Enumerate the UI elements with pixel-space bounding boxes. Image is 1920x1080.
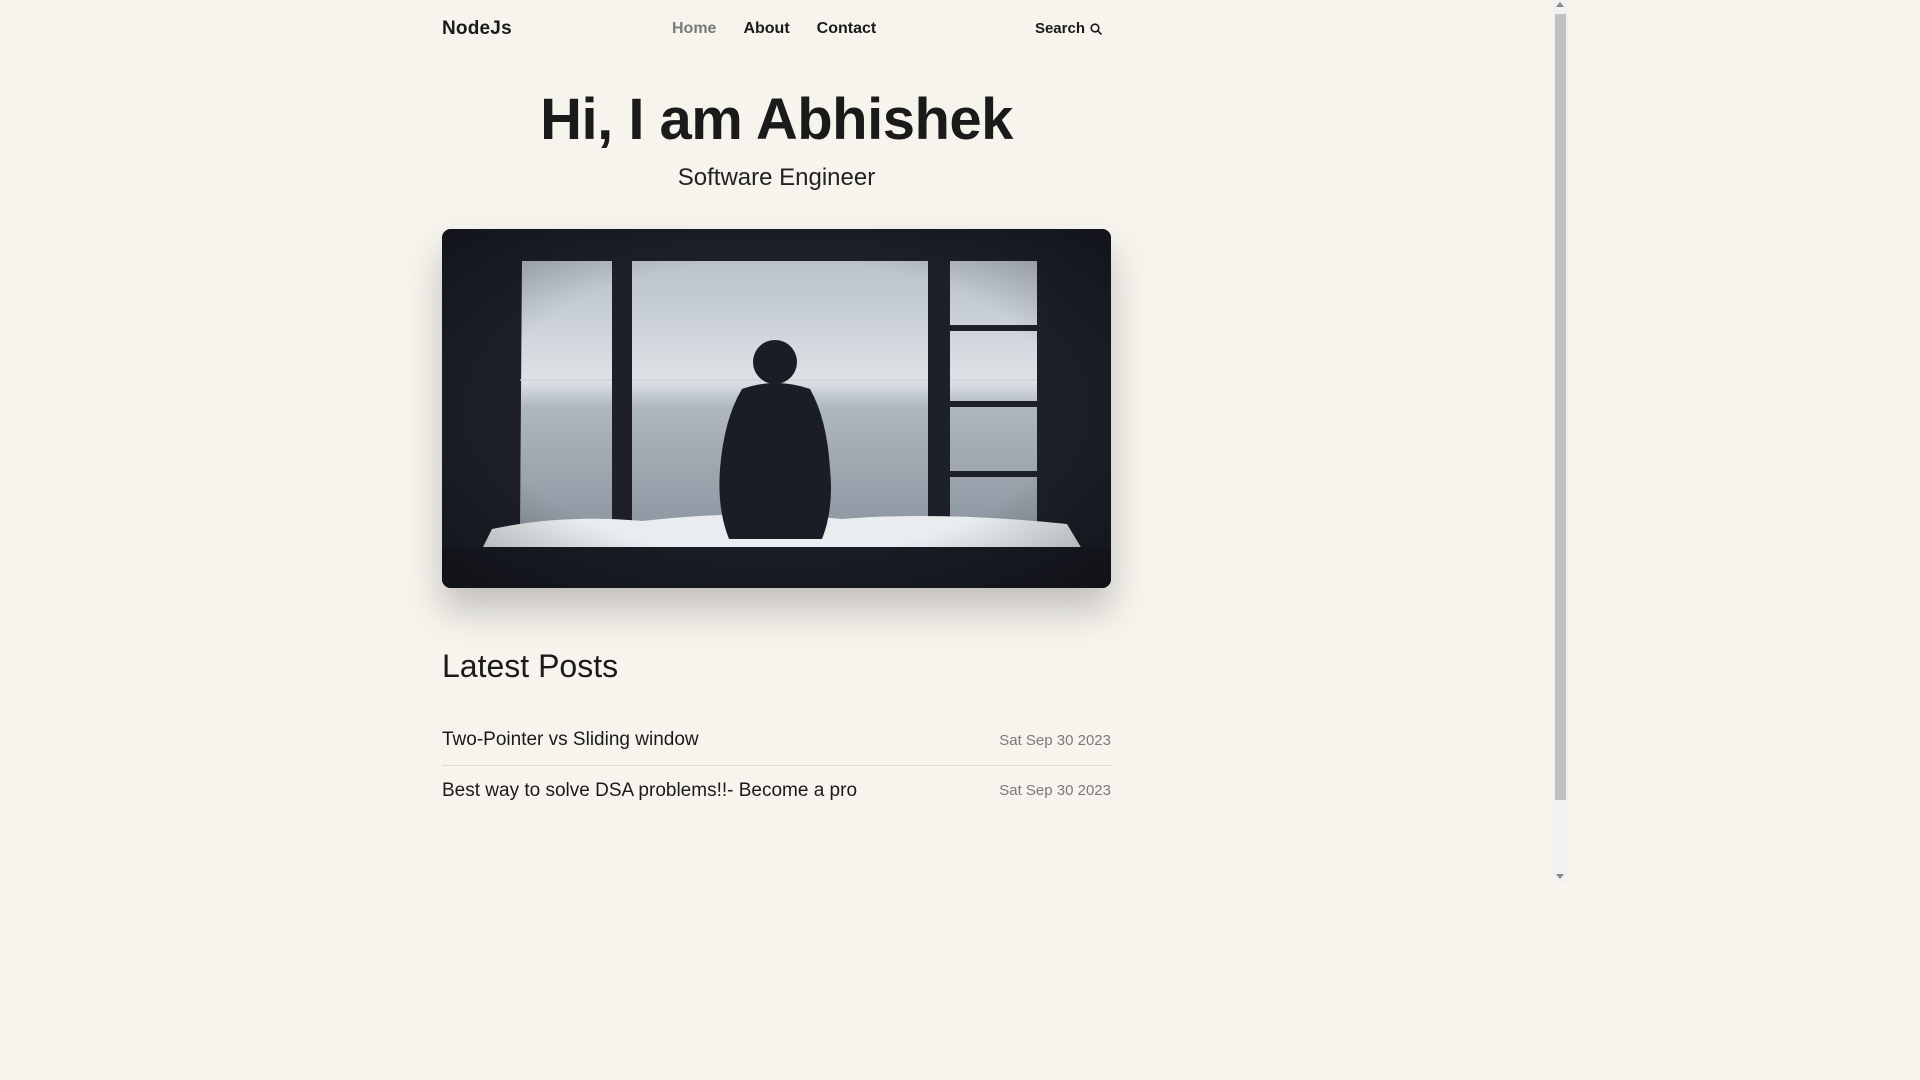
scrollbar-thumb[interactable]	[1555, 14, 1566, 800]
nav-home[interactable]: Home	[672, 20, 716, 38]
hero-photo-window-silhouette	[442, 229, 1111, 588]
search-button[interactable]: Search	[1035, 20, 1102, 37]
page: NodeJs Home About Contact Search Hi, I a…	[0, 0, 1553, 882]
post-date: Sat Sep 30 2023	[999, 731, 1111, 749]
post-title[interactable]: Best way to solve DSA problems!!- Become…	[442, 780, 857, 802]
nav-contact[interactable]: Contact	[817, 20, 877, 38]
vertical-scrollbar[interactable]	[1553, 0, 1568, 882]
main-nav: Home About Contact	[672, 20, 876, 38]
search-icon	[1090, 22, 1102, 35]
site-header: NodeJs Home About Contact Search	[442, 18, 1111, 44]
scroll-up-arrow-icon[interactable]	[1556, 2, 1564, 7]
post-item[interactable]: Two-Pointer vs Sliding window Sat Sep 30…	[442, 715, 1111, 765]
post-item[interactable]: Best way to solve DSA problems!!- Become…	[442, 765, 1111, 815]
hero-section: Hi, I am Abhishek Software Engineer	[442, 88, 1111, 192]
scroll-down-arrow-icon[interactable]	[1556, 874, 1564, 879]
latest-posts-heading: Latest Posts	[442, 648, 619, 684]
hero-subtitle: Software Engineer	[677, 164, 876, 191]
hero-title: Hi, I am Abhishek	[540, 87, 1013, 152]
post-date: Sat Sep 30 2023	[999, 782, 1111, 799]
posts-list: Two-Pointer vs Sliding window Sat Sep 30…	[442, 715, 1111, 815]
search-label: Search	[1034, 20, 1085, 37]
site-logo[interactable]: NodeJs	[442, 18, 512, 40]
nav-about[interactable]: About	[743, 20, 789, 38]
post-title[interactable]: Two-Pointer vs Sliding window	[442, 729, 699, 751]
hero-image	[442, 229, 1111, 588]
